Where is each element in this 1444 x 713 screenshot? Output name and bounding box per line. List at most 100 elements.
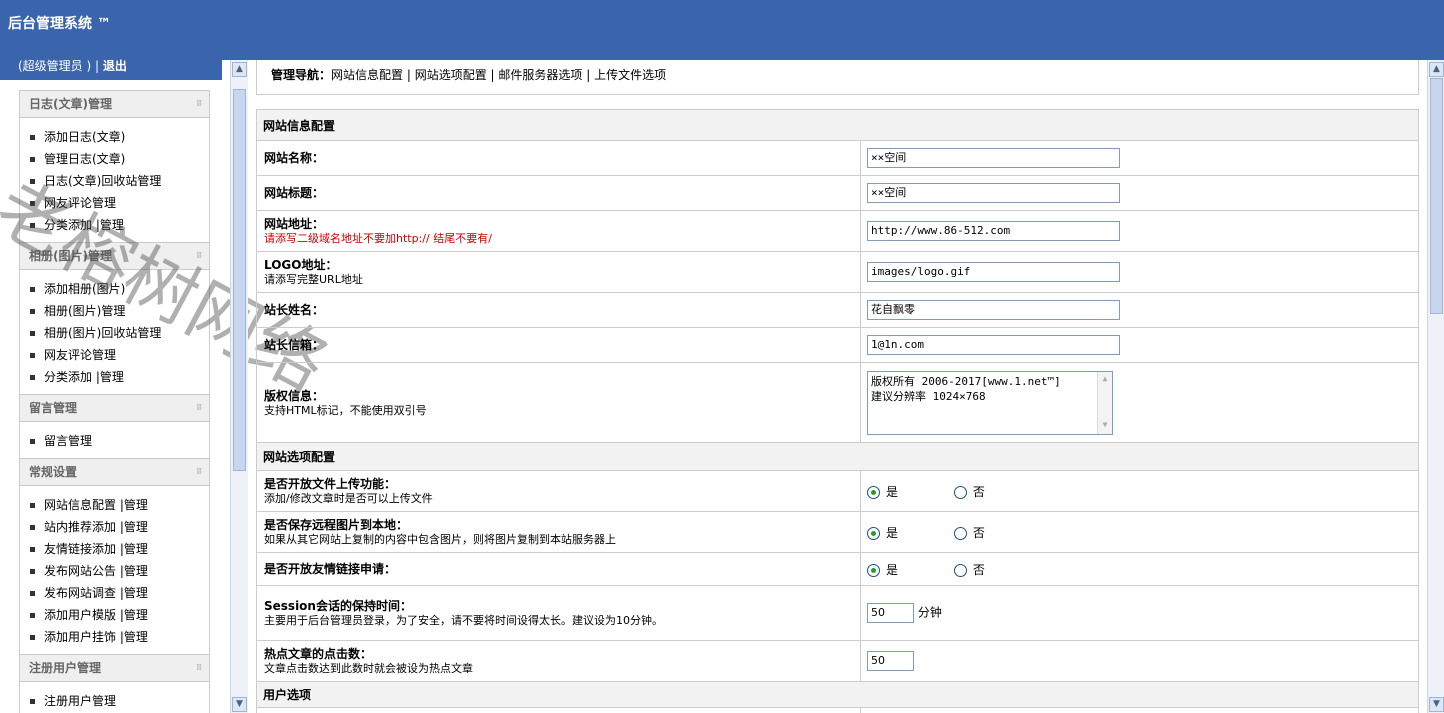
sidebar-group-header[interactable]: 常规设置 ⁞⁞ [20, 459, 209, 486]
remote-img-yes-option[interactable]: 是 [867, 524, 898, 541]
sidebar-item-label[interactable]: 留言管理 [44, 434, 92, 448]
section-header-site-options: 网站选项配置 [256, 442, 1419, 471]
no-label: 否 [972, 525, 985, 540]
radio-selected-icon[interactable] [867, 563, 880, 577]
sidebar-item[interactable]: 发布网站调查 |管理 [30, 582, 209, 604]
sidebar-group-header[interactable]: 注册用户管理 ⁞⁞ [20, 655, 209, 682]
scroll-up-arrow-icon[interactable]: ▲ [1429, 62, 1444, 77]
sidebar-item[interactable]: 网友评论管理 [30, 192, 209, 214]
collapse-grip-icon[interactable]: ⁞⁞ [196, 459, 202, 486]
site-url-label: 网站地址： [264, 217, 325, 231]
remote-img-no-option[interactable]: 否 [953, 524, 985, 541]
nav-link-mail-server[interactable]: 邮件服务器选项 [498, 68, 582, 82]
main-frame-scrollbar[interactable]: ▲ ▼ [1427, 60, 1444, 713]
sidebar-group-header[interactable]: 留言管理 ⁞⁞ [20, 395, 209, 422]
sidebar-item[interactable]: 发布网站公告 |管理 [30, 560, 209, 582]
user-role: (超级管理员 ) [18, 59, 92, 73]
scroll-down-arrow-icon[interactable]: ▼ [1429, 697, 1444, 712]
site-title-input[interactable]: ××空间 [867, 183, 1120, 203]
bullet-square-icon [30, 201, 35, 206]
radio-unselected-icon[interactable] [953, 563, 967, 577]
sidebar-item-label[interactable]: 管理日志(文章) [44, 152, 125, 166]
copyright-textarea[interactable]: 版权所有 2006-2017[www.1.net™] 建议分辨率 1024×76… [867, 370, 1113, 435]
logout-link[interactable]: 退出 [103, 59, 127, 73]
sidebar-group-header[interactable]: 日志(文章)管理 ⁞⁞ [20, 91, 209, 118]
sidebar-item-label[interactable]: 网友评论管理 [44, 196, 116, 210]
sidebar-group-header[interactable]: 相册(图片)管理 ⁞⁞ [20, 243, 209, 270]
sidebar-item[interactable]: 添加用户挂饰 |管理 [30, 626, 209, 648]
sidebar-item[interactable]: 相册(图片)回收站管理 [30, 322, 209, 344]
textarea-scrollbar[interactable]: ▲ ▼ [1097, 371, 1112, 434]
sidebar-item[interactable]: 网站信息配置 |管理 [30, 494, 209, 516]
sidebar-item[interactable]: 网友评论管理 [30, 344, 209, 366]
site-url-input[interactable]: http://www.86-512.com [867, 221, 1120, 241]
collapse-grip-icon[interactable]: ⁞⁞ [196, 243, 202, 270]
hot-input[interactable]: 50 [867, 651, 914, 671]
left-frame-scrollbar[interactable]: ▲ ▼ [230, 60, 248, 713]
scroll-up-arrow-icon[interactable]: ▲ [232, 62, 247, 77]
sidebar-item[interactable]: 添加相册(图片) [30, 278, 209, 300]
logo-input[interactable]: images/logo.gif [867, 262, 1120, 282]
upload-no-option[interactable]: 否 [953, 483, 985, 500]
settings-form-table: 网站信息配置 网站名称： ××空间 网站标题： ××空间 网站地址： 请添写二级域… [256, 109, 1419, 713]
sidebar-group-title: 相册(图片)管理 [29, 249, 112, 263]
sidebar-item[interactable]: 友情链接添加 |管理 [30, 538, 209, 560]
sidebar-item-label[interactable]: 添加用户模版 |管理 [44, 608, 148, 622]
sidebar-item-label[interactable]: 相册(图片)回收站管理 [44, 326, 161, 340]
scroll-down-arrow-icon[interactable]: ▼ [1098, 418, 1112, 432]
sidebar-item-label[interactable]: 日志(文章)回收站管理 [44, 174, 161, 188]
sidebar-item-label[interactable]: 网友评论管理 [44, 348, 116, 362]
radio-unselected-icon[interactable] [953, 485, 967, 499]
sidebar-item-label[interactable]: 注册用户管理 [44, 694, 116, 708]
friend-link-yes-option[interactable]: 是 [867, 561, 898, 578]
sidebar-item-label[interactable]: 网站信息配置 |管理 [44, 498, 148, 512]
sidebar-item[interactable]: 管理日志(文章) [30, 148, 209, 170]
session-input[interactable]: 50 [867, 603, 914, 623]
manage-nav-bar: 管理导航：网站信息配置 | 网站选项配置 | 邮件服务器选项 | 上传文件选项 [256, 60, 1419, 95]
sidebar-item[interactable]: 注册用户管理 [30, 690, 209, 712]
sidebar-group-title: 注册用户管理 [29, 661, 102, 675]
collapse-grip-icon[interactable]: ⁞⁞ [196, 655, 202, 682]
scroll-thumb[interactable] [233, 89, 246, 471]
hot-hint: 文章点击数达到此数时就会被设为热点文章 [264, 662, 473, 675]
sidebar-item[interactable]: 添加用户模版 |管理 [30, 604, 209, 626]
radio-selected-icon[interactable] [867, 485, 880, 499]
sidebar-item-label[interactable]: 添加日志(文章) [44, 130, 125, 144]
friend-link-no-option[interactable]: 否 [953, 561, 985, 578]
sidebar-item-label[interactable]: 分类添加 |管理 [44, 370, 124, 384]
radio-selected-icon[interactable] [867, 526, 880, 540]
collapse-grip-icon[interactable]: ⁞⁞ [196, 91, 202, 118]
bullet-square-icon [30, 699, 35, 704]
upload-yes-option[interactable]: 是 [867, 483, 898, 500]
nav-link-site-info[interactable]: 网站信息配置 [331, 68, 403, 82]
copyright-hint: 支持HTML标记，不能使用双引号 [264, 403, 427, 417]
radio-unselected-icon[interactable] [953, 526, 967, 540]
owner-email-input[interactable]: 1@1n.com [867, 335, 1120, 355]
sidebar-item-label[interactable]: 相册(图片)管理 [44, 304, 125, 318]
main-content: 管理导航：网站信息配置 | 网站选项配置 | 邮件服务器选项 | 上传文件选项 … [256, 60, 1419, 713]
owner-name-input[interactable]: 花自飘零 [867, 300, 1120, 320]
scroll-down-arrow-icon[interactable]: ▼ [232, 697, 247, 712]
sidebar-item-label[interactable]: 发布网站调查 |管理 [44, 586, 148, 600]
bullet-square-icon [30, 223, 35, 228]
bullet-square-icon [30, 569, 35, 574]
sidebar-item[interactable]: 站内推荐添加 |管理 [30, 516, 209, 538]
sidebar-item-label[interactable]: 站内推荐添加 |管理 [44, 520, 148, 534]
site-name-input[interactable]: ××空间 [867, 148, 1120, 168]
sidebar-item-label[interactable]: 发布网站公告 |管理 [44, 564, 148, 578]
nav-link-upload[interactable]: 上传文件选项 [594, 68, 666, 82]
sidebar-item[interactable]: 添加日志(文章) [30, 126, 209, 148]
sidebar-item[interactable]: 相册(图片)管理 [30, 300, 209, 322]
collapse-grip-icon[interactable]: ⁞⁞ [196, 395, 202, 422]
sidebar-item-label[interactable]: 添加用户挂饰 |管理 [44, 630, 148, 644]
sidebar-item[interactable]: 分类添加 |管理 [30, 214, 209, 236]
sidebar-item-label[interactable]: 添加相册(图片) [44, 282, 125, 296]
nav-link-site-options[interactable]: 网站选项配置 [415, 68, 487, 82]
sidebar-item[interactable]: 分类添加 |管理 [30, 366, 209, 388]
scroll-thumb[interactable] [1430, 78, 1443, 314]
sidebar-item[interactable]: 留言管理 [30, 430, 209, 452]
sidebar-item-label[interactable]: 分类添加 |管理 [44, 218, 124, 232]
sidebar-item-label[interactable]: 友情链接添加 |管理 [44, 542, 148, 556]
sidebar-item[interactable]: 日志(文章)回收站管理 [30, 170, 209, 192]
scroll-up-arrow-icon[interactable]: ▲ [1098, 372, 1112, 386]
